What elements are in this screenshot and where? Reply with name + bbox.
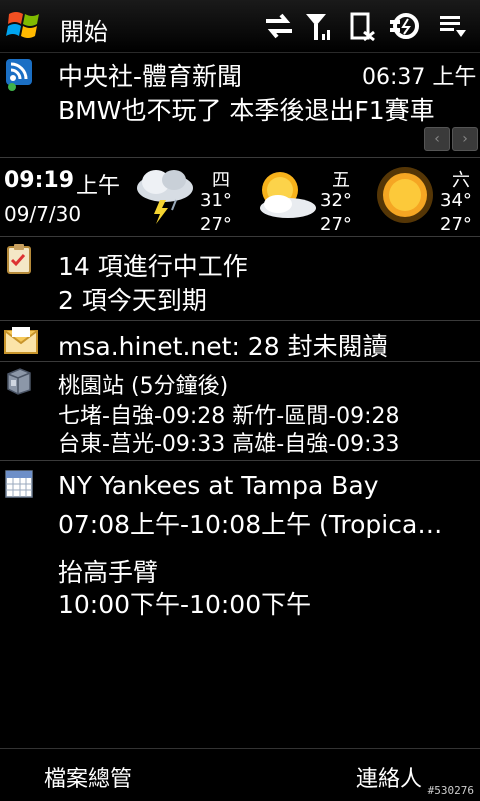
weather-low-3: 27° xyxy=(440,214,472,235)
signal-strength-icon[interactable] xyxy=(302,10,336,42)
calendar-event-1-title[interactable]: NY Yankees at Tampa Bay xyxy=(58,471,379,500)
weather-low-2: 27° xyxy=(320,214,352,235)
train-departures-row-2: 台東-莒光-09:33 高雄-自強-09:33 xyxy=(58,432,400,457)
news-source: 中央社-體育新聞 xyxy=(58,62,243,91)
start-menu-label[interactable]: 開始 xyxy=(60,12,108,47)
calendar-panel[interactable]: NY Yankees at Tampa Bay 07:08上午-10:08上午 … xyxy=(0,461,480,621)
volume-mute-icon[interactable] xyxy=(346,10,380,42)
weather-day-1: 四 xyxy=(212,170,230,191)
calendar-event-2-title[interactable]: 抬高手臂 xyxy=(58,553,158,589)
menu-icon[interactable] xyxy=(436,10,470,42)
tasks-due-today: 2 項今天到期 xyxy=(58,286,207,315)
clock-ampm: 上午 xyxy=(76,174,121,199)
battery-charging-icon[interactable] xyxy=(388,10,422,42)
windows-logo-icon[interactable] xyxy=(6,8,44,44)
news-feed-panel[interactable]: 中央社-體育新聞 06:37 上午 BMW也不玩了 本季後退出F1賽車 ‹ › xyxy=(0,53,480,158)
status-bar: 開始 xyxy=(0,0,480,53)
news-time: 06:37 上午 xyxy=(362,65,477,90)
weather-high-1: 31° xyxy=(200,190,232,211)
mail-unread-summary: msa.hinet.net: 28 封未閱讀 xyxy=(58,332,388,361)
partly-cloudy-icon xyxy=(260,172,316,218)
clock-time: 09:19 xyxy=(4,168,75,193)
weather-day-2: 五 xyxy=(332,170,350,191)
tasks-clipboard-icon xyxy=(7,244,31,274)
softkey-bar: 檔案總管 連絡人 #530276 xyxy=(0,748,480,801)
calendar-icon xyxy=(5,470,33,498)
clock-date: 09/7/30 xyxy=(4,202,82,226)
calendar-event-1-time: 07:08上午-10:08上午 (Tropica… xyxy=(58,510,443,539)
contacts-softkey[interactable]: 連絡人 xyxy=(356,761,422,793)
sunny-icon xyxy=(377,167,433,223)
clock-weather-panel[interactable]: 09:19 上午 09/7/30 四 31° 27° 五 32° 27° 六 3… xyxy=(0,158,480,237)
envelope-icon xyxy=(4,327,38,354)
weather-day-3: 六 xyxy=(452,170,470,191)
train-schedule-panel[interactable]: 桃園站 (5分鐘後) 七堵-自強-09:28 新竹-區間-09:28 台東-莒光… xyxy=(0,362,480,461)
calendar-event-2-time: 10:00下午-10:00下午 xyxy=(58,590,312,619)
news-prev-button[interactable]: ‹ xyxy=(424,127,450,151)
train-station-title: 桃園站 (5分鐘後) xyxy=(58,374,229,399)
train-station-icon xyxy=(7,368,31,395)
tasks-active-count: 14 項進行中工作 xyxy=(58,252,248,281)
weather-low-1: 27° xyxy=(200,214,232,235)
news-headline[interactable]: BMW也不玩了 本季後退出F1賽車 xyxy=(58,91,435,127)
thunderstorm-icon xyxy=(137,170,193,224)
mail-panel[interactable]: msa.hinet.net: 28 封未閱讀 xyxy=(0,321,480,362)
weather-high-3: 34° xyxy=(440,190,472,211)
data-sync-icon[interactable] xyxy=(262,10,296,42)
weather-high-2: 32° xyxy=(320,190,352,211)
rss-feed-icon xyxy=(6,59,32,91)
tasks-panel[interactable]: 14 項進行中工作 2 項今天到期 xyxy=(0,237,480,321)
image-id-watermark: #530276 xyxy=(427,784,474,797)
news-next-button[interactable]: › xyxy=(452,127,478,151)
file-explorer-softkey[interactable]: 檔案總管 xyxy=(44,761,132,793)
